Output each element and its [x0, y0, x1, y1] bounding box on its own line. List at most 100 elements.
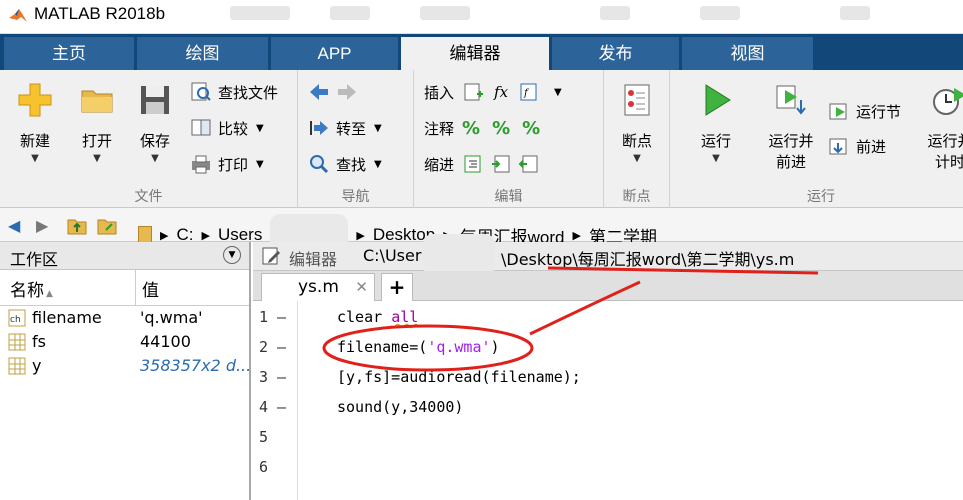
tab-home[interactable]: 主页: [4, 37, 134, 70]
insert-function-file-icon[interactable]: f: [518, 81, 540, 103]
code-line[interactable]: 3 — [y,fs]=audioread(filename);: [253, 363, 963, 393]
goto-label: 转至: [336, 119, 367, 138]
edit-pencil-icon: [262, 247, 280, 265]
code-line[interactable]: 5: [253, 423, 963, 453]
blurred-username: [423, 234, 495, 276]
variable-name: y: [32, 356, 42, 375]
compare-dropdown-arrow[interactable]: ▼: [256, 123, 264, 134]
editor-tab-strip: ys.m ✕ +: [253, 271, 963, 301]
variable-name: filename: [32, 308, 102, 327]
code-text[interactable]: clear all: [337, 308, 418, 326]
run-button[interactable]: 运行 ▼: [690, 82, 742, 164]
breakpoint-dash[interactable]: —: [277, 398, 286, 416]
column-header-name[interactable]: 名称 ▲: [10, 276, 53, 301]
char-array-icon: ch: [8, 309, 26, 327]
back-forward-buttons[interactable]: [308, 79, 364, 105]
breakpoints-button[interactable]: 断点 ▼: [612, 82, 662, 164]
matrix-icon: [8, 333, 26, 351]
find-dropdown-arrow[interactable]: ▼: [374, 159, 382, 170]
ribbon: 新建 ▼ 打开 ▼ 保存 ▼ 查找文件 比较 ▼ 打印 ▼ 文件 转至 ▼ 查找…: [0, 70, 963, 208]
back-arrow-icon[interactable]: [308, 81, 330, 103]
forward-arrow-icon[interactable]: [336, 81, 358, 103]
variable-value: 'q.wma': [140, 308, 203, 327]
run-and-advance-label-2: 前进: [775, 153, 806, 171]
open-button[interactable]: 打开 ▼: [72, 82, 122, 164]
column-header-value[interactable]: 值: [142, 276, 159, 301]
breakpoint-dash[interactable]: —: [277, 368, 286, 386]
insert-function-fx-icon[interactable]: fx: [494, 83, 508, 101]
up-folder-icon[interactable]: [66, 214, 88, 236]
smart-indent-icon[interactable]: [462, 153, 484, 175]
tab-view[interactable]: 视图: [682, 37, 813, 70]
open-label: 打开: [81, 132, 112, 150]
workspace-variable-row[interactable]: y 358357x2 d...: [0, 354, 251, 378]
tab-plots[interactable]: 绘图: [137, 37, 268, 70]
address-forward-icon[interactable]: ▶: [36, 216, 48, 235]
breadcrumb-separator: ▶: [201, 229, 210, 242]
find-files-button[interactable]: 查找文件: [190, 79, 278, 105]
print-button[interactable]: 打印 ▼: [190, 151, 264, 177]
code-line[interactable]: 4 — sound(y,34000): [253, 393, 963, 423]
address-back-icon[interactable]: ◀: [8, 216, 20, 235]
insert-section-icon[interactable]: [462, 81, 484, 103]
workspace-menu-icon[interactable]: ▼: [223, 246, 241, 264]
breakpoint-dash[interactable]: —: [277, 338, 286, 356]
decrease-indent-icon[interactable]: [518, 153, 540, 175]
code-text[interactable]: filename=('q.wma'): [337, 338, 500, 356]
open-dropdown-arrow[interactable]: ▼: [72, 153, 122, 164]
compare-button[interactable]: 比较 ▼: [190, 115, 264, 141]
wrap-comments-icon[interactable]: %: [522, 118, 540, 139]
workspace-panel: 工作区 ▼ 名称 ▲ 值 ch filename 'q.wma' fs 44100…: [0, 242, 251, 500]
column-divider[interactable]: [135, 270, 136, 306]
file-tab-ys-m[interactable]: ys.m ✕: [261, 273, 375, 301]
new-button[interactable]: 新建 ▼: [10, 82, 60, 164]
insert-dropdown-arrow[interactable]: ▼: [554, 87, 562, 98]
find-button[interactable]: 查找 ▼: [308, 151, 382, 177]
matrix-icon: [8, 357, 26, 375]
increase-indent-icon[interactable]: [490, 153, 512, 175]
goto-arrow-icon: [310, 121, 328, 135]
new-dropdown-arrow[interactable]: ▼: [10, 153, 60, 164]
code-line[interactable]: 2 — filename=('q.wma'): [253, 333, 963, 363]
find-files-label: 查找文件: [218, 83, 279, 102]
code-text[interactable]: sound(y,34000): [337, 398, 463, 416]
breakpoint-dash[interactable]: —: [277, 308, 286, 326]
tab-apps[interactable]: APP: [271, 37, 398, 70]
run-and-time-button[interactable]: 运行并 计时: [920, 82, 963, 172]
run-and-advance-button[interactable]: 运行并 前进: [756, 82, 826, 172]
uncomment-percent-icon[interactable]: %: [492, 118, 510, 139]
run-and-time-icon: [933, 88, 963, 115]
tab-editor[interactable]: 编辑器: [401, 37, 549, 70]
code-line[interactable]: 6: [253, 453, 963, 483]
browse-folder-icon[interactable]: [96, 214, 118, 236]
code-area[interactable]: 1 — clear all 2 — filename=('q.wma') 3 — [y…: [253, 301, 963, 500]
comment-percent-icon[interactable]: %: [462, 118, 480, 139]
goto-dropdown-arrow[interactable]: ▼: [374, 123, 382, 134]
run-section-label: 运行: [807, 189, 835, 205]
run-dropdown-arrow[interactable]: ▼: [690, 153, 742, 164]
code-text[interactable]: [y,fs]=audioread(filename);: [337, 368, 581, 386]
workspace-column-headers: 名称 ▲ 值: [0, 270, 249, 306]
advance-button[interactable]: 前进: [828, 133, 886, 159]
close-tab-icon[interactable]: ✕: [355, 278, 368, 296]
new-plus-icon: [18, 83, 52, 117]
workspace-variable-row[interactable]: ch filename 'q.wma': [0, 306, 249, 330]
navigate-section: 转至 ▼ 查找 ▼ 导航: [298, 70, 414, 208]
goto-button[interactable]: 转至 ▼: [308, 115, 382, 141]
breadcrumb-separator: ▶: [160, 229, 169, 242]
editor-path-end: \Desktop\每周汇报word\第二学期\ys.m: [501, 250, 795, 269]
line-number: 2: [259, 338, 269, 356]
save-button[interactable]: 保存 ▼: [130, 82, 180, 164]
tab-publish[interactable]: 发布: [552, 37, 679, 70]
advance-icon: [829, 138, 847, 155]
print-dropdown-arrow[interactable]: ▼: [256, 159, 264, 170]
navigate-section-label: 导航: [341, 189, 370, 205]
code-line[interactable]: 1 — clear all: [253, 303, 963, 333]
indent-label: 缩进: [424, 155, 455, 174]
run-and-time-label-2: 计时: [934, 153, 963, 171]
run-section-button[interactable]: 运行节: [828, 98, 901, 124]
workspace-variable-row[interactable]: fs 44100: [0, 330, 249, 354]
save-dropdown-arrow[interactable]: ▼: [130, 153, 180, 164]
new-tab-plus-button[interactable]: +: [381, 273, 413, 301]
breakpoints-dropdown-arrow[interactable]: ▼: [612, 153, 662, 164]
